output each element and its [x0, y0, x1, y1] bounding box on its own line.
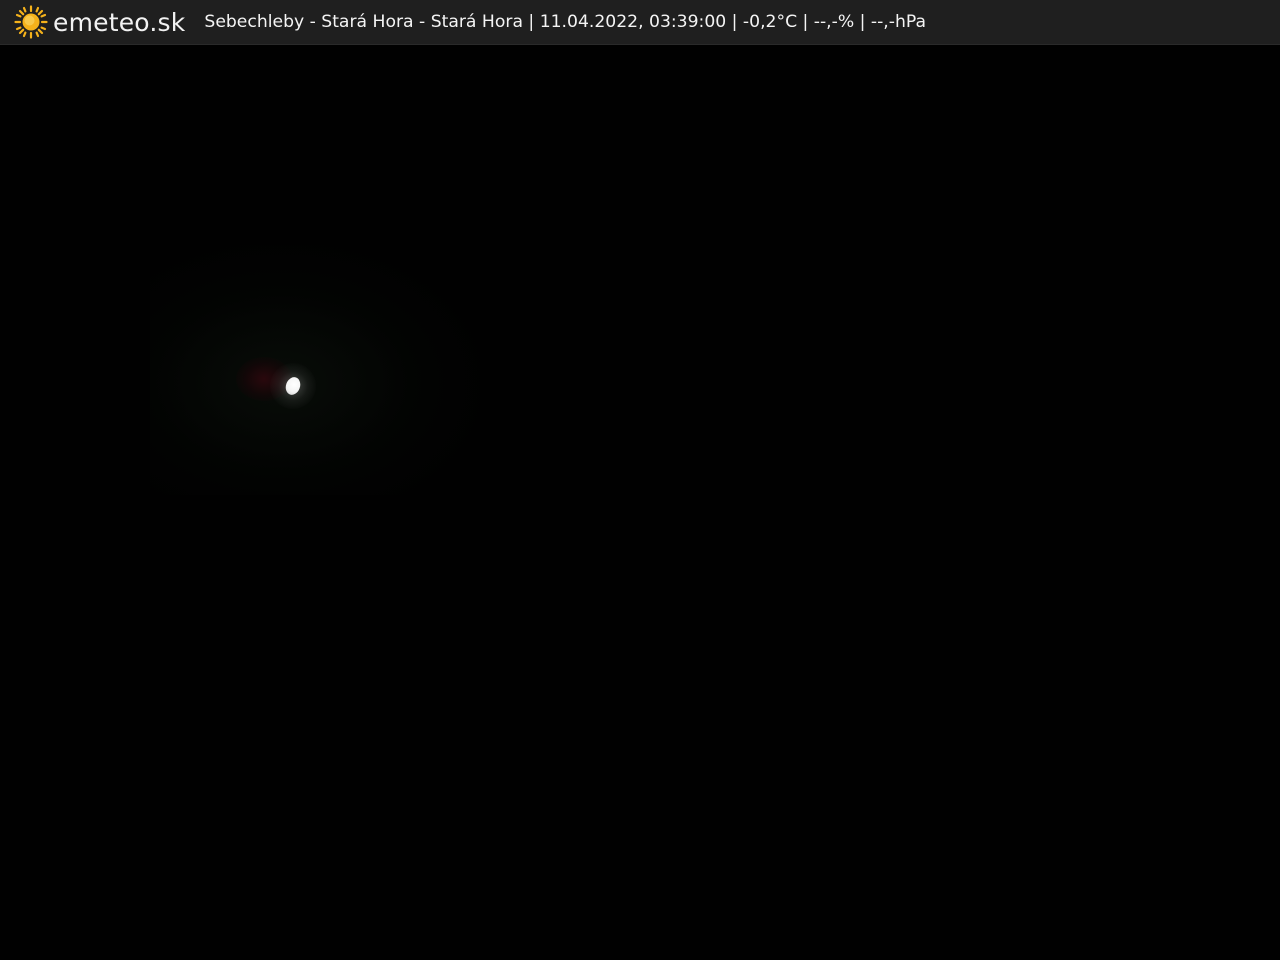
dark-vegetation-haze — [150, 245, 480, 495]
emeteo-logo[interactable]: emeteo.sk — [14, 0, 185, 45]
logo-text: emeteo.sk — [53, 7, 186, 37]
sun-icon — [14, 5, 48, 39]
webcam-night-image — [0, 45, 1280, 960]
station-info-text: Sebechleby - Stará Hora - Stará Hora | 1… — [204, 12, 926, 32]
webcam-frame: emeteo.sk Sebechleby - Stará Hora - Star… — [0, 0, 1280, 960]
info-bar: emeteo.sk Sebechleby - Stará Hora - Star… — [0, 0, 1280, 45]
